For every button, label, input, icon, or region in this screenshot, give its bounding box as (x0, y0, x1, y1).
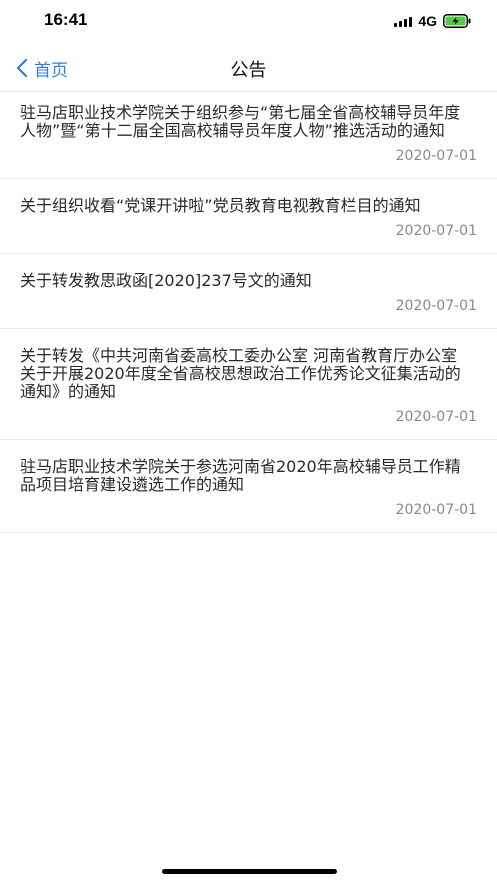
notice-date: 2020-07-01 (395, 223, 477, 239)
notice-title: 关于组织收看“党课开讲啦”党员教育电视教育栏目的通知 (20, 196, 421, 215)
notice-date: 2020-07-01 (395, 409, 477, 425)
notice-title: 关于转发教思政函[2020]237号文的通知 (20, 271, 312, 290)
network-type: 4G (418, 13, 437, 29)
home-indicator[interactable] (162, 869, 337, 874)
status-bar: 16:41 4G (0, 0, 497, 44)
notice-date: 2020-07-01 (395, 298, 477, 314)
notice-date: 2020-07-01 (395, 502, 477, 518)
status-indicators: 4G (394, 13, 471, 29)
notice-title: 驻马店职业技术学院关于参选河南省2020年高校辅导员工作精品项目培育建设遴选工作… (20, 457, 461, 494)
list-item[interactable]: 驻马店职业技术学院关于组织参与“第七届全省高校辅导员年度人物”暨“第十二届全国高… (0, 92, 497, 179)
battery-charging-icon (443, 14, 471, 28)
notice-title: 驻马店职业技术学院关于组织参与“第七届全省高校辅导员年度人物”暨“第十二届全国高… (20, 103, 461, 140)
cellular-signal-icon (394, 16, 413, 27)
list-item[interactable]: 关于转发《中共河南省委高校工委办公室 河南省教育厅办公室关于开展2020年度全省… (0, 329, 497, 440)
notice-date: 2020-07-01 (395, 148, 477, 164)
notice-list: 驻马店职业技术学院关于组织参与“第七届全省高校辅导员年度人物”暨“第十二届全国高… (0, 92, 497, 533)
list-item[interactable]: 关于转发教思政函[2020]237号文的通知 2020-07-01 (0, 254, 497, 329)
list-item[interactable]: 关于组织收看“党课开讲啦”党员教育电视教育栏目的通知 2020-07-01 (0, 179, 497, 254)
status-time: 16:41 (44, 10, 88, 29)
list-item[interactable]: 驻马店职业技术学院关于参选河南省2020年高校辅导员工作精品项目培育建设遴选工作… (0, 440, 497, 533)
page-title: 公告 (230, 60, 267, 81)
notice-title: 关于转发《中共河南省委高校工委办公室 河南省教育厅办公室关于开展2020年度全省… (20, 346, 461, 401)
navigation-bar: 首页 公告 (0, 44, 497, 92)
